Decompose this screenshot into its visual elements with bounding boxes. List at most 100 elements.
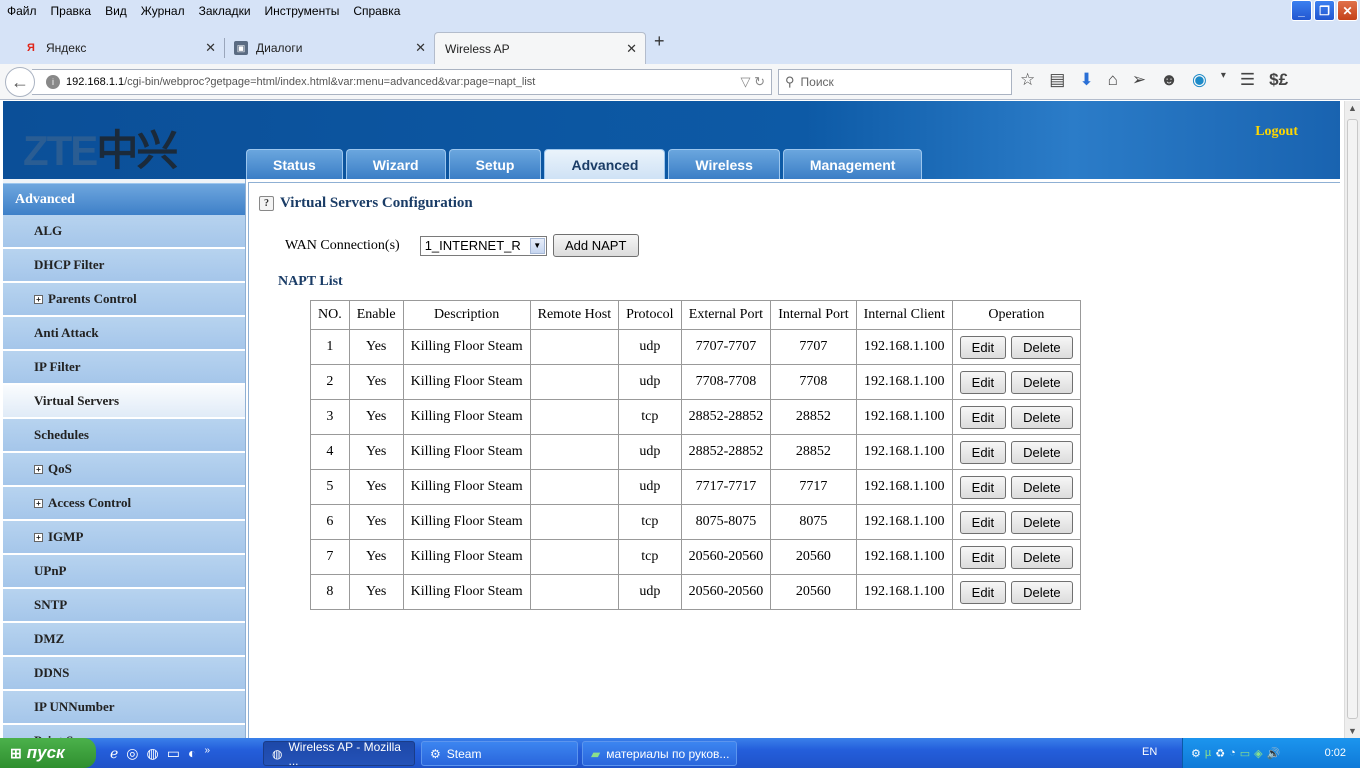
download-icon[interactable]: ⬇ xyxy=(1079,70,1093,90)
edit-button[interactable]: Edit xyxy=(959,580,1006,604)
url-bar[interactable]: i 192.168.1.1/cgi-bin/webproc?getpage=ht… xyxy=(32,69,772,95)
volume-icon[interactable]: 🔊 xyxy=(1267,747,1281,760)
menu-item-3[interactable]: Журнал xyxy=(134,4,192,18)
add-napt-button[interactable]: Add NAPT xyxy=(552,234,639,257)
minimize-icon[interactable]: _ xyxy=(1291,0,1312,21)
sidebar-item-upnp[interactable]: UPnP xyxy=(3,555,245,589)
dropdown-icon[interactable]: ▾ xyxy=(1221,70,1226,90)
delete-button[interactable]: Delete xyxy=(1010,510,1073,534)
tab-status[interactable]: Status xyxy=(246,149,343,179)
delete-button[interactable]: Delete xyxy=(1010,370,1073,394)
steam-tray-icon[interactable]: ⚙ xyxy=(1191,747,1201,760)
edit-button[interactable]: Edit xyxy=(959,475,1006,499)
sidebar-item-ip-filter[interactable]: IP Filter xyxy=(3,351,245,385)
tab-setup[interactable]: Setup xyxy=(448,149,542,179)
reload-icon[interactable]: ▽ ↻ xyxy=(740,74,765,90)
app-icon[interactable]: ◎ xyxy=(126,745,138,762)
edit-button[interactable]: Edit xyxy=(959,405,1006,429)
tray-app-icon[interactable]: ♻ xyxy=(1215,747,1225,760)
menu-item-4[interactable]: Закладки xyxy=(192,4,258,18)
sidebar-item-schedules[interactable]: Schedules xyxy=(3,419,245,453)
expand-icon[interactable]: » xyxy=(204,745,210,762)
help-icon[interactable]: ? xyxy=(259,196,274,211)
sidebar-item-sntp[interactable]: SNTP xyxy=(3,589,245,623)
site-info-icon[interactable]: i xyxy=(46,75,60,89)
sidebar-item-alg[interactable]: ALG xyxy=(3,215,245,249)
sidebar-item-dhcp-filter[interactable]: DHCP Filter xyxy=(3,249,245,283)
sidebar-item-access-control[interactable]: + Access Control xyxy=(3,487,245,521)
tab-dialogs[interactable]: ▣ Диалоги ✕ xyxy=(224,32,434,64)
new-tab-icon[interactable]: + xyxy=(654,31,665,52)
taskbar-window-materials[interactable]: ▰ материалы по руков... xyxy=(582,741,737,766)
sidebar-item-virtual-servers[interactable]: Virtual Servers xyxy=(3,385,245,419)
utorrent-icon[interactable]: µ xyxy=(1205,747,1211,759)
tab-management[interactable]: Management xyxy=(782,149,923,179)
expand-plus-icon[interactable]: + xyxy=(34,498,43,508)
close-icon[interactable]: ✕ xyxy=(1337,0,1358,21)
tab-yandex[interactable]: Я Яндекс ✕ xyxy=(14,32,225,64)
delete-button[interactable]: Delete xyxy=(1010,580,1073,604)
close-tab-icon[interactable]: ✕ xyxy=(205,40,216,56)
edit-button[interactable]: Edit xyxy=(959,370,1006,394)
edit-button[interactable]: Edit xyxy=(959,440,1006,464)
sidebar-item-ip-unnumber[interactable]: IP UNNumber xyxy=(3,691,245,725)
send-icon[interactable]: ➢ xyxy=(1132,70,1146,90)
sidebar-item-dmz[interactable]: DMZ xyxy=(3,623,245,657)
close-tab-icon[interactable]: ✕ xyxy=(626,41,637,57)
taskbar-window-steam[interactable]: ⚙ Steam xyxy=(421,741,578,766)
sidebar-item-igmp[interactable]: + IGMP xyxy=(3,521,245,555)
menu-item-5[interactable]: Инструменты xyxy=(258,4,347,18)
delete-button[interactable]: Delete xyxy=(1010,335,1073,359)
start-button[interactable]: ⊞ пуск xyxy=(0,738,96,768)
menu-item-1[interactable]: Правка xyxy=(44,4,99,18)
scroll-up-icon[interactable]: ▲ xyxy=(1348,103,1357,113)
scroll-down-icon[interactable]: ▼ xyxy=(1348,726,1357,736)
tab-wireless-ap[interactable]: Wireless AP ✕ xyxy=(434,32,646,64)
home-icon[interactable]: ⌂ xyxy=(1108,70,1118,90)
maximize-icon[interactable]: ❐ xyxy=(1314,0,1335,21)
back-button[interactable]: ← xyxy=(5,67,35,97)
sidebar-item-parents-control[interactable]: + Parents Control xyxy=(3,283,245,317)
expand-plus-icon[interactable]: + xyxy=(34,532,43,542)
tab-advanced[interactable]: Advanced xyxy=(544,149,666,179)
sidebar-item-anti-attack[interactable]: Anti Attack xyxy=(3,317,245,351)
search-input[interactable]: ⚲ Поиск xyxy=(778,69,1012,95)
delete-button[interactable]: Delete xyxy=(1010,545,1073,569)
edit-button[interactable]: Edit xyxy=(959,335,1006,359)
tab-wireless[interactable]: Wireless xyxy=(668,149,780,179)
tray-app4-icon[interactable]: ◈ xyxy=(1254,747,1262,760)
delete-button[interactable]: Delete xyxy=(1010,475,1073,499)
chat-icon[interactable]: ☻ xyxy=(1160,70,1178,90)
expand-plus-icon[interactable]: + xyxy=(34,464,43,474)
sidebar-item-qos[interactable]: + QoS xyxy=(3,453,245,487)
logout-link[interactable]: Logout xyxy=(1255,124,1298,140)
firefox-icon[interactable]: ◍ xyxy=(147,745,159,762)
desktop-icon[interactable]: ▭ xyxy=(167,745,180,762)
ie-icon[interactable]: ℯ xyxy=(110,745,118,762)
edit-button[interactable]: Edit xyxy=(959,545,1006,569)
sidebar-item-ddns[interactable]: DDNS xyxy=(3,657,245,691)
delete-button[interactable]: Delete xyxy=(1010,405,1073,429)
scroll-thumb[interactable] xyxy=(1347,119,1358,719)
language-indicator[interactable]: EN xyxy=(1142,746,1157,758)
addon-icon[interactable]: ◉ xyxy=(1192,70,1207,90)
taskbar-window-firefox[interactable]: ◍ Wireless AP - Mozilla ... xyxy=(263,740,415,768)
tray-app2-icon[interactable]: ◔ xyxy=(1229,747,1236,759)
menu-item-6[interactable]: Справка xyxy=(346,4,407,18)
reading-list-icon[interactable]: ▤ xyxy=(1049,70,1065,90)
bookmark-star-icon[interactable]: ☆ xyxy=(1020,70,1035,90)
menu-icon[interactable]: ☰ xyxy=(1240,70,1255,90)
currency-icon[interactable]: $£ xyxy=(1269,70,1288,90)
menu-item-0[interactable]: Файл xyxy=(0,4,44,18)
delete-button[interactable]: Delete xyxy=(1010,440,1073,464)
expand-plus-icon[interactable]: + xyxy=(34,294,43,304)
menu-item-2[interactable]: Вид xyxy=(98,4,134,18)
close-tab-icon[interactable]: ✕ xyxy=(415,40,426,56)
vertical-scrollbar[interactable]: ▲ ▼ xyxy=(1344,101,1360,738)
app2-icon[interactable]: ◐ xyxy=(188,745,196,762)
tab-wizard[interactable]: Wizard xyxy=(345,149,446,179)
tray-app3-icon[interactable]: ▭ xyxy=(1240,747,1250,760)
edit-button[interactable]: Edit xyxy=(959,510,1006,534)
sidebar-item-print-server[interactable]: Print Server xyxy=(3,725,245,738)
wan-connection-select[interactable]: 1_INTERNET_R ▼ xyxy=(419,235,547,256)
